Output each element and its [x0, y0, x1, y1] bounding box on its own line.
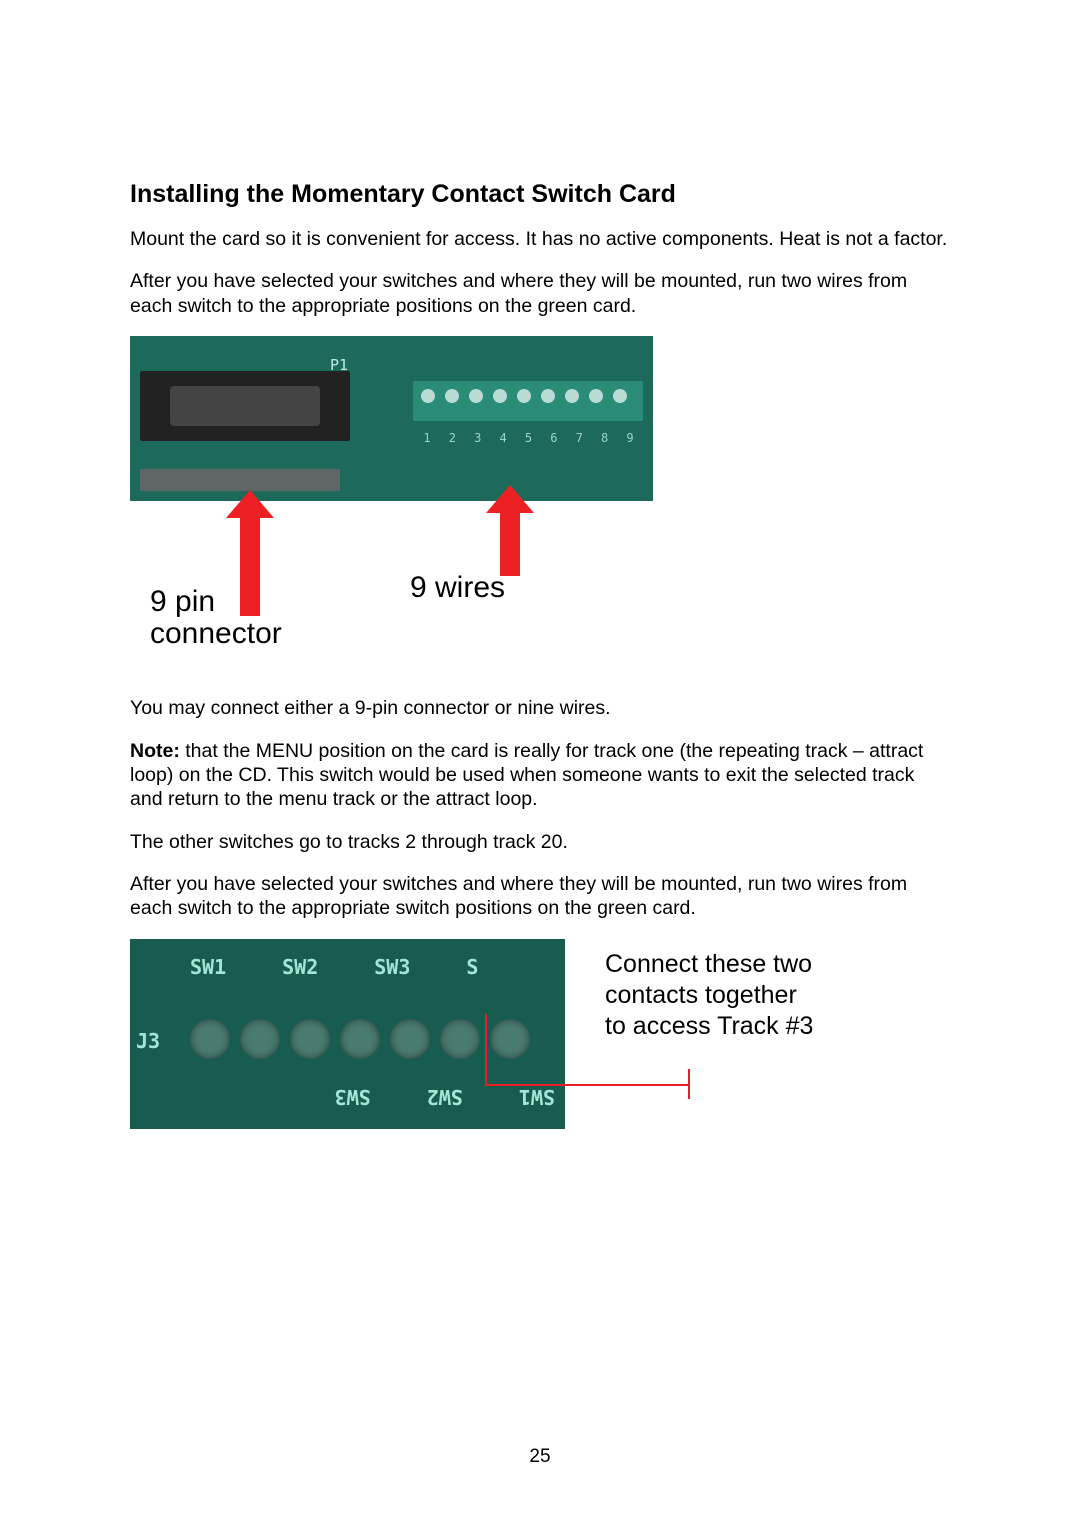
- body-paragraph: The other switches go to tracks 2 throug…: [130, 830, 950, 854]
- document-page: Installing the Momentary Contact Switch …: [0, 0, 1080, 1129]
- figure-2-callout: Connect these two contacts together to a…: [605, 939, 813, 1043]
- body-paragraph: Mount the card so it is convenient for a…: [130, 227, 950, 251]
- callout-label-9pin: 9 pinconnector: [150, 586, 282, 649]
- section-title: Installing the Momentary Contact Switch …: [130, 180, 950, 209]
- body-paragraph: You may connect either a 9-pin connector…: [130, 696, 950, 720]
- pcb-board: P1 1 2 3 4 5 6 7 8: [130, 336, 653, 501]
- db9-connector: [140, 371, 350, 441]
- screw-terminal-block: [413, 381, 643, 421]
- lower-component: [140, 469, 340, 491]
- terminal-numbers: 1 2 3 4 5 6 7 8 9: [416, 431, 641, 445]
- sw-labels-top: SW1 SW2 SW3 S: [190, 955, 555, 979]
- leader-line: [485, 1039, 705, 1119]
- callout-label-9wires: 9 wires: [410, 571, 505, 605]
- page-number: 25: [0, 1446, 1080, 1468]
- body-paragraph: After you have selected your switches an…: [130, 872, 950, 921]
- j3-label: J3: [136, 1029, 160, 1053]
- figure-1: P1 1 2 3 4 5 6 7 8: [130, 336, 653, 666]
- callout-line: contacts together: [605, 980, 813, 1011]
- callout-line: Connect these two: [605, 949, 813, 980]
- terminal-row: [190, 1019, 530, 1059]
- figure-2-wrap: SW1 SW2 SW3 S J3 SW1 SW2 SW3 Connect the…: [130, 939, 950, 1129]
- arrow-icon: [500, 511, 520, 576]
- note-body: that the MENU position on the card is re…: [130, 740, 923, 811]
- note-paragraph: Note: that the MENU position on the card…: [130, 739, 950, 812]
- body-paragraph: After you have selected your switches an…: [130, 269, 950, 318]
- note-prefix: Note:: [130, 740, 180, 762]
